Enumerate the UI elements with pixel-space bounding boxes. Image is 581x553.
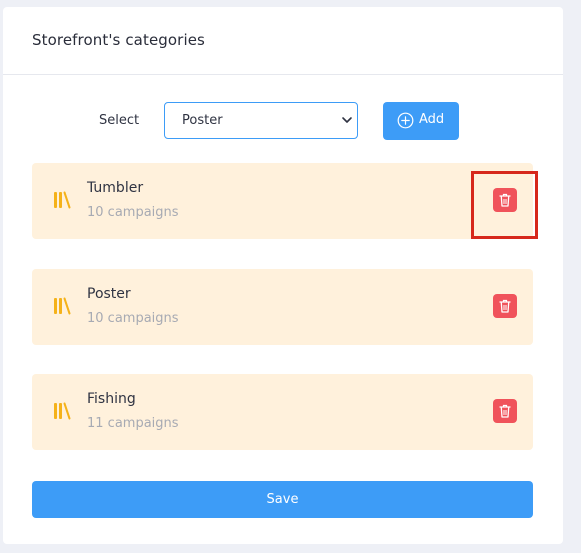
trash-icon (499, 404, 511, 418)
add-button-label: Add (419, 112, 445, 127)
card-header: Storefront's categories (3, 7, 563, 75)
chevron-down-icon (342, 117, 352, 123)
add-button[interactable]: Add (383, 102, 459, 140)
category-name: Tumbler (87, 180, 144, 196)
delete-button[interactable] (493, 294, 517, 318)
category-count: 11 campaigns (87, 416, 179, 431)
category-item-poster: Poster 10 campaigns (32, 269, 533, 345)
card-title: Storefront's categories (32, 31, 205, 49)
category-select[interactable]: Poster (164, 102, 358, 139)
category-name: Poster (87, 286, 131, 302)
storefront-categories-card: Storefront's categories Select Poster Ad… (3, 7, 563, 544)
category-count: 10 campaigns (87, 205, 179, 220)
select-label: Select (99, 113, 140, 128)
select-value: Poster (182, 113, 223, 128)
books-icon (54, 191, 71, 209)
category-count: 10 campaigns (87, 311, 179, 326)
plus-circle-icon (397, 112, 414, 129)
category-item-tumbler: Tumbler 10 campaigns (32, 163, 533, 239)
trash-icon (499, 299, 511, 313)
books-icon (54, 402, 71, 420)
delete-button[interactable] (493, 399, 517, 423)
books-icon (54, 297, 71, 315)
category-item-fishing: Fishing 11 campaigns (32, 374, 533, 450)
highlight-box (471, 171, 538, 239)
category-name: Fishing (87, 391, 136, 407)
save-button[interactable]: Save (32, 481, 533, 518)
